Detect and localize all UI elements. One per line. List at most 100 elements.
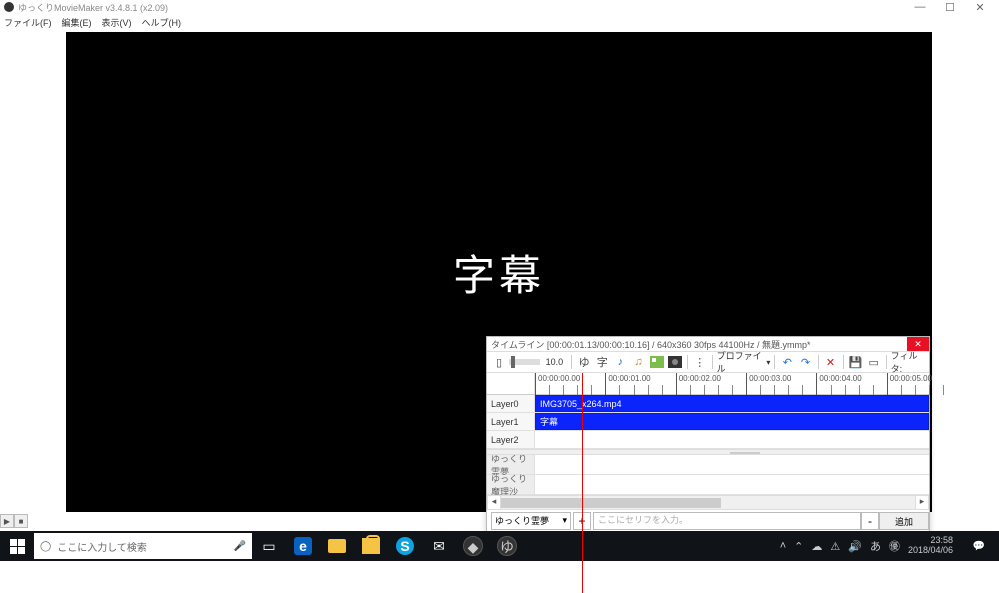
scroll-right-icon[interactable]: ▸ (915, 496, 929, 509)
onedrive-icon[interactable]: ☁ (811, 540, 822, 553)
video-icon[interactable] (667, 353, 683, 371)
menu-view[interactable]: 表示(V) (102, 16, 132, 29)
taskbar-apps: ▭ e S ✉ ◆ ゆ (252, 531, 524, 561)
people-icon[interactable]: ⌃ (794, 540, 803, 553)
scroll-left-icon[interactable]: ◂ (487, 496, 501, 509)
window-title: ゆっくりMovieMaker v3.4.8.1 (x2.09) (18, 1, 168, 14)
mail-icon[interactable]: ✉ (422, 531, 456, 561)
ruler-tick: 00:00:04.00 (816, 373, 817, 395)
collapse-icon[interactable]: ▯ (491, 353, 507, 371)
ruler-tick: 00:00:02.00 (676, 373, 677, 395)
taskbar: ◯ ここに入力して検索 🎤 ▭ e S ✉ ◆ ゆ ˄ ⌃ ☁ ⚠ 🔊 あ ㊝ … (0, 531, 999, 561)
ime-mode-icon[interactable]: ㊝ (889, 538, 900, 554)
search-placeholder: ここに入力して検索 (57, 539, 147, 554)
ruler-tick: 00:00:01.00 (605, 373, 606, 395)
layer-label[interactable]: Layer1 (487, 413, 535, 430)
settings-icon[interactable]: ⋮ (692, 353, 708, 371)
layer-row-1: Layer1 字幕 (487, 413, 929, 431)
redo-icon[interactable]: ↷ (797, 353, 813, 371)
export-icon[interactable]: ▭ (866, 353, 882, 371)
taskbar-search[interactable]: ◯ ここに入力して検索 🎤 (34, 533, 252, 559)
separator (571, 355, 572, 369)
separator (843, 355, 844, 369)
delete-icon[interactable]: ✕ (822, 353, 838, 371)
stop-button[interactable]: ■ (14, 514, 28, 528)
windows-logo-icon (10, 539, 25, 554)
ruler-tick: 00:00:03.00 (746, 373, 747, 395)
layer-row-0: Layer0 IMG3705_x264.mp4 (487, 395, 929, 413)
save-icon[interactable]: 💾 (847, 353, 863, 371)
layer-label[interactable]: Layer2 (487, 431, 535, 448)
corner-controls: ▶ ■ (0, 514, 28, 528)
ruler-tick: 00:00:00.00 (535, 373, 536, 395)
layer-track-0[interactable]: IMG3705_x264.mp4 (535, 395, 929, 412)
text-icon[interactable]: 字 (594, 353, 610, 371)
maximize-button[interactable]: ☐ (935, 1, 965, 14)
video-clip[interactable]: IMG3705_x264.mp4 (535, 395, 929, 412)
menu-file[interactable]: ファイル(F) (4, 16, 52, 29)
playhead[interactable] (582, 373, 583, 593)
separator (818, 355, 819, 369)
action-center-icon[interactable]: 💬 (965, 531, 993, 561)
serif-input[interactable]: ここにセリフを入力。 (593, 512, 861, 530)
sound-icon[interactable]: ♫ (630, 353, 646, 371)
explorer-icon[interactable] (320, 531, 354, 561)
layer-row-2: Layer2 (487, 431, 929, 449)
minimize-button[interactable]: — (905, 1, 935, 13)
character-track[interactable] (535, 475, 929, 494)
serif-input-row: ゆっくり霊夢▾ + ここにセリフを入力。 - 追加 (487, 509, 929, 531)
ime-indicator[interactable]: あ (870, 538, 881, 554)
app-icon (4, 2, 14, 12)
timeline-h-scrollbar[interactable]: ◂ ▸ (487, 495, 929, 509)
separator (774, 355, 775, 369)
zoom-value: 10.0 (546, 357, 564, 367)
app-icon-1[interactable]: ◆ (456, 531, 490, 561)
title-bar: ゆっくりMovieMaker v3.4.8.1 (x2.09) — ☐ ✕ (0, 0, 999, 14)
menu-bar: ファイル(F) 編集(E) 表示(V) ヘルプ(H) (0, 14, 999, 30)
undo-icon[interactable]: ↶ (779, 353, 795, 371)
system-tray: ˄ ⌃ ☁ ⚠ 🔊 あ ㊝ 23:58 2018/04/06 💬 (780, 531, 999, 561)
cortana-icon: ◯ (40, 541, 51, 552)
timeline-toolbar: ▯ 10.0 ゆ 字 ♪ ♫ ⋮ プロファイル▾ ↶ ↷ ✕ 💾 ▭ フィルタ: (487, 351, 929, 373)
start-button[interactable] (0, 539, 34, 554)
layer-track-2[interactable] (535, 431, 929, 448)
scrollbar-thumb[interactable] (501, 498, 721, 508)
timeline-body: Layer0 IMG3705_x264.mp4 Layer1 字幕 Layer2… (487, 395, 929, 495)
ruler-tick: 00:00:05.00 (887, 373, 888, 395)
menu-edit[interactable]: 編集(E) (62, 16, 92, 29)
separator (712, 355, 713, 369)
task-view-icon[interactable]: ▭ (252, 531, 286, 561)
mic-icon[interactable]: 🎤 (234, 541, 246, 552)
yukkuri-icon[interactable]: ゆ (576, 353, 592, 371)
play-button[interactable]: ▶ (0, 514, 14, 528)
minus-button[interactable]: - (861, 512, 879, 530)
image-icon[interactable] (649, 353, 665, 371)
add-button[interactable]: 追加 (879, 512, 929, 530)
timeline-titlebar[interactable]: タイムライン [00:00:01.13/00:00:10.16] / 640x3… (487, 337, 929, 351)
character-track[interactable] (535, 455, 929, 474)
menu-help[interactable]: ヘルプ(H) (142, 16, 182, 29)
subtitle-overlay: 字幕 (453, 242, 545, 303)
layer-label[interactable]: Layer0 (487, 395, 535, 412)
zoom-slider[interactable] (509, 359, 539, 365)
separator (886, 355, 887, 369)
edge-icon[interactable]: e (286, 531, 320, 561)
character-row-marisa: ゆっくり魔理沙 (487, 475, 929, 495)
subtitle-clip[interactable]: 字幕 (535, 413, 929, 430)
tray-up-icon[interactable]: ˄ (780, 540, 786, 552)
layer-track-1[interactable]: 字幕 (535, 413, 929, 430)
store-icon[interactable] (354, 531, 388, 561)
music-icon[interactable]: ♪ (612, 353, 628, 371)
network-icon[interactable]: ⚠ (830, 540, 840, 553)
character-label[interactable]: ゆっくり魔理沙 (487, 475, 535, 494)
profile-dropdown[interactable]: プロファイル▾ (717, 349, 771, 375)
close-button[interactable]: ✕ (965, 1, 995, 14)
volume-icon[interactable]: 🔊 (848, 540, 862, 553)
timeline-ruler[interactable]: 00:00:00.00 00:00:01.00 00:00:02.00 00:00:0… (487, 373, 929, 395)
skype-icon[interactable]: S (388, 531, 422, 561)
taskbar-clock[interactable]: 23:58 2018/04/06 (908, 536, 957, 556)
filter-label: フィルタ: (891, 349, 925, 375)
separator (687, 355, 688, 369)
app-icon-2[interactable]: ゆ (490, 531, 524, 561)
character-select[interactable]: ゆっくり霊夢▾ (491, 512, 571, 530)
